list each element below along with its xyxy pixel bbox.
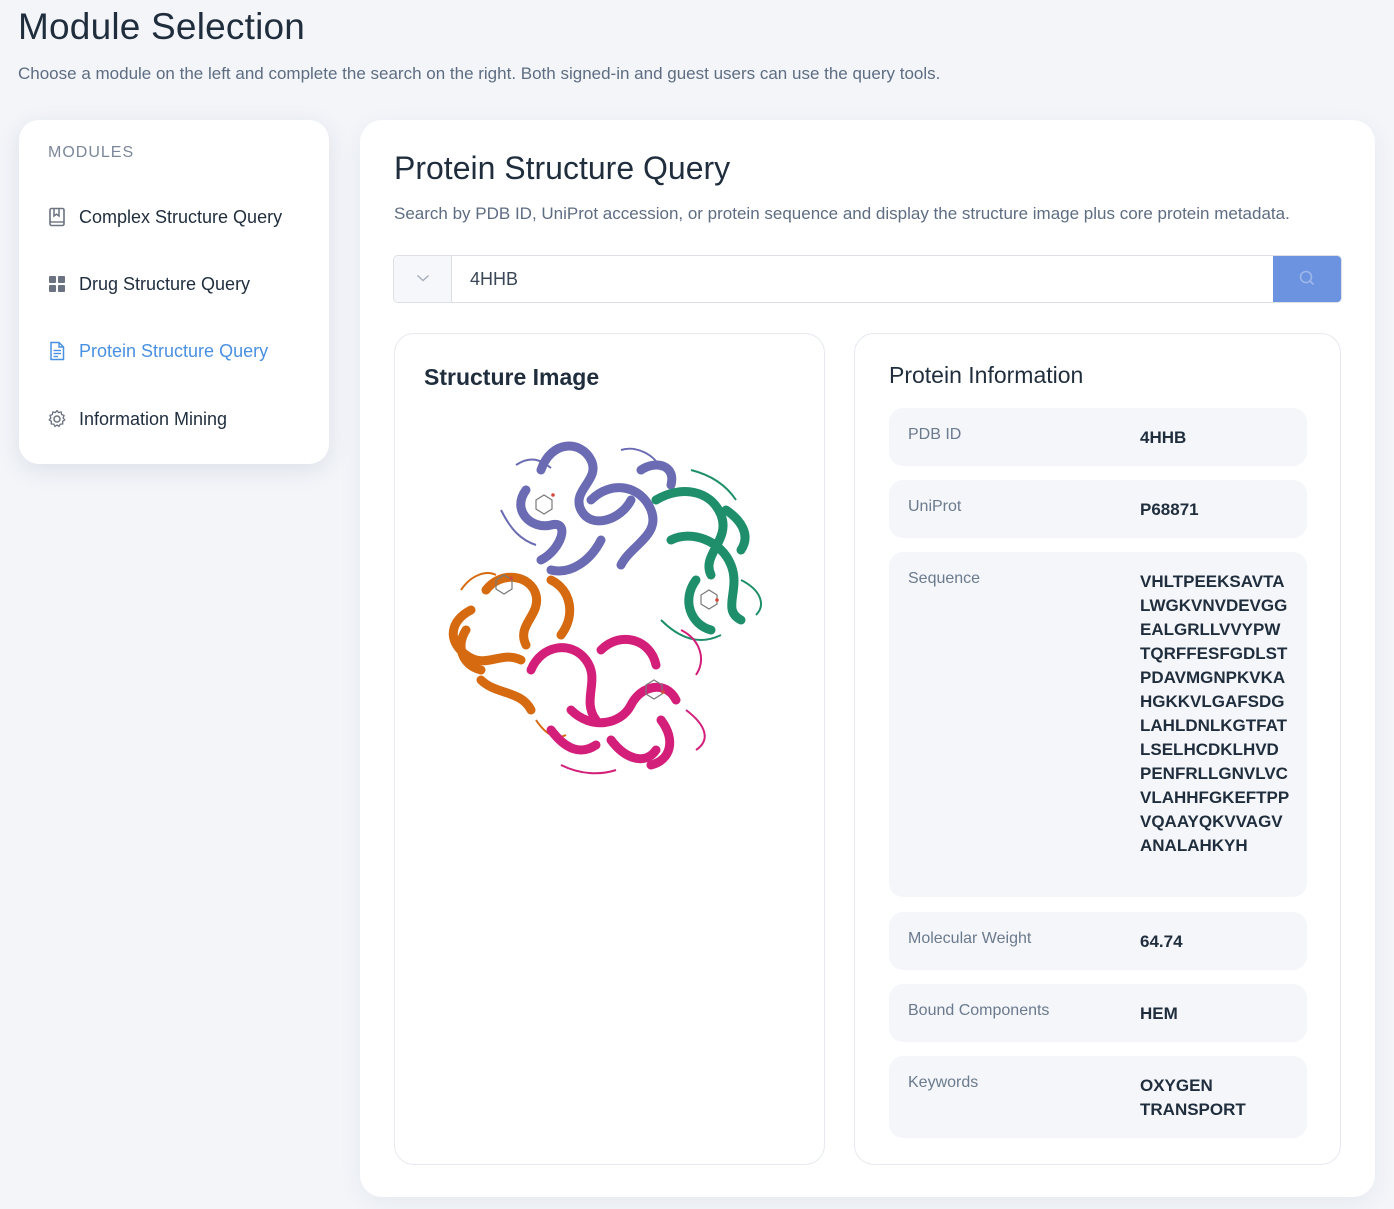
- info-row-uniprot: UniProt P68871: [889, 480, 1307, 538]
- sequence-value: VHLTPEEKSAVTALWGKVNVDEVGGEALGRLLVVYPWTQR…: [1140, 572, 1290, 855]
- info-label: UniProt: [908, 498, 962, 515]
- sidebar-item-label: Protein Structure Query: [79, 340, 269, 361]
- info-label: Molecular Weight: [908, 930, 1032, 947]
- document-icon: [47, 341, 67, 361]
- search-bar: [393, 255, 1342, 303]
- protein-info-title: Protein Information: [889, 362, 1084, 388]
- info-value: OXYGEN TRANSPORT: [1140, 1076, 1246, 1119]
- info-value: P68871: [1140, 500, 1199, 519]
- sidebar-item-complex-structure-query[interactable]: Complex Structure Query: [47, 200, 317, 234]
- gear-icon: [47, 409, 67, 429]
- sidebar-item-label: Information Mining: [79, 408, 228, 429]
- bookmark-book-icon: [47, 207, 67, 227]
- search-type-select[interactable]: [394, 256, 452, 302]
- info-label: PDB ID: [908, 426, 962, 443]
- sidebar: MODULES Complex Structure Query Drug Str…: [19, 120, 329, 464]
- info-label: Bound Components: [908, 1002, 1050, 1019]
- page-subtitle: Choose a module on the left and complete…: [18, 64, 941, 83]
- sidebar-item-label: Drug Structure Query: [79, 273, 251, 294]
- search-icon: [1298, 269, 1316, 290]
- grid-icon: [47, 274, 67, 294]
- page-title: Module Selection: [18, 6, 306, 47]
- info-row-keywords: Keywords OXYGEN TRANSPORT: [889, 1056, 1307, 1138]
- info-row-pdb-id: PDB ID 4HHB: [889, 408, 1307, 466]
- protein-structure-image: [441, 430, 779, 780]
- chevron-down-icon: [416, 270, 430, 288]
- sidebar-item-label: Complex Structure Query: [79, 206, 283, 227]
- info-row-molecular-weight: Molecular Weight 64.74: [889, 912, 1307, 970]
- sidebar-item-drug-structure-query[interactable]: Drug Structure Query: [47, 267, 317, 301]
- search-button[interactable]: [1273, 256, 1341, 302]
- main-panel: Protein Structure Query Search by PDB ID…: [360, 120, 1375, 1197]
- structure-image-title: Structure Image: [424, 364, 600, 390]
- protein-info-card: Protein Information PDB ID 4HHB UniProt …: [854, 333, 1341, 1165]
- info-value: HEM: [1140, 1004, 1178, 1023]
- info-row-bound-components: Bound Components HEM: [889, 984, 1307, 1042]
- sidebar-item-protein-structure-query[interactable]: Protein Structure Query: [47, 334, 317, 368]
- info-row-sequence: Sequence VHLTPEEKSAVTALWGKVNVDEVGGEALGRL…: [889, 552, 1307, 897]
- info-value: 4HHB: [1140, 428, 1187, 447]
- info-label: Sequence: [908, 570, 981, 587]
- panel-description: Search by PDB ID, UniProt accession, or …: [394, 204, 1290, 223]
- search-input[interactable]: [452, 256, 1273, 302]
- panel-title: Protein Structure Query: [394, 150, 731, 186]
- info-value: 64.74: [1140, 932, 1183, 951]
- sidebar-heading: MODULES: [48, 144, 135, 161]
- info-label: Keywords: [908, 1074, 979, 1091]
- structure-image-card: Structure Image: [394, 333, 825, 1165]
- sidebar-item-information-mining[interactable]: Information Mining: [47, 402, 317, 436]
